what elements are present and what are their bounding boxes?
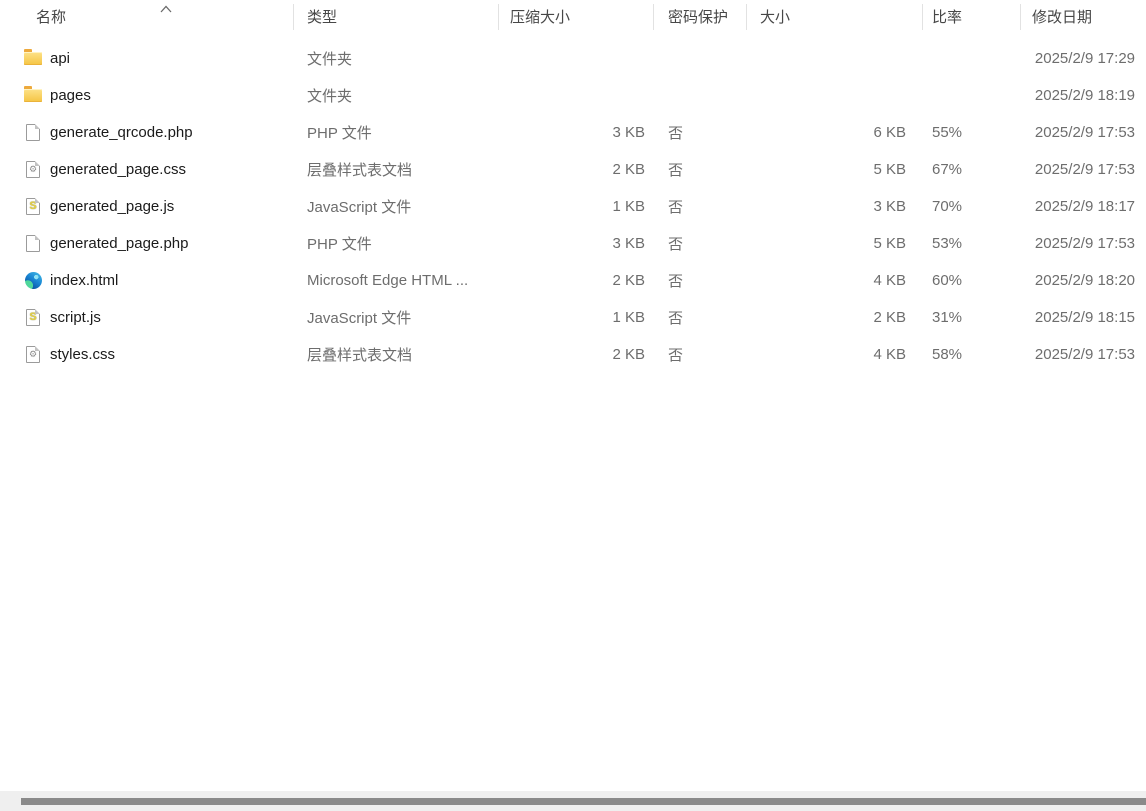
file-password-protected (653, 40, 746, 77)
css-file-icon: ⚙ (24, 346, 42, 364)
file-size: 2 KB (746, 299, 922, 336)
file-size: 3 KB (746, 188, 922, 225)
file-modified-date: 2025/2/9 18:15 (1020, 299, 1146, 336)
file-size (746, 40, 922, 77)
file-name: script.js (50, 309, 101, 326)
file-ratio: 58% (922, 336, 1020, 373)
folder-icon (24, 87, 42, 105)
file-password-protected (653, 77, 746, 114)
file-compressed-size: 1 KB (498, 299, 653, 336)
file-name: generated_page.php (50, 235, 188, 252)
css-file-icon: ⚙ (24, 161, 42, 179)
file-compressed-size: 1 KB (498, 188, 653, 225)
archive-file-list-window: 名称类型压缩大小密码保护大小比率修改日期 api 文件夹 2025/2/9 17… (0, 0, 1146, 811)
file-name: generated_page.css (50, 161, 186, 178)
horizontal-scrollbar-thumb[interactable] (21, 798, 1146, 805)
file-name: index.html (50, 272, 118, 289)
file-password-protected: 否 (653, 336, 746, 373)
file-size: 4 KB (746, 336, 922, 373)
file-ratio (922, 40, 1020, 77)
column-header-name[interactable]: 名称 (0, 0, 293, 33)
file-ratio: 31% (922, 299, 1020, 336)
file-row[interactable]: generated_page.php PHP 文件 3 KB 否 5 KB 53… (0, 225, 1146, 262)
file-type: 文件夹 (293, 40, 498, 77)
column-header-type[interactable]: 类型 (293, 0, 498, 33)
column-header-pass[interactable]: 密码保护 (653, 0, 746, 33)
file-ratio: 70% (922, 188, 1020, 225)
file-type: Microsoft Edge HTML ... (293, 262, 498, 299)
file-size (746, 77, 922, 114)
file-row[interactable]: index.html Microsoft Edge HTML ... 2 KB … (0, 262, 1146, 299)
edge-icon (24, 272, 42, 290)
file-modified-date: 2025/2/9 17:53 (1020, 336, 1146, 373)
file-password-protected: 否 (653, 151, 746, 188)
file-compressed-size: 2 KB (498, 151, 653, 188)
file-type: PHP 文件 (293, 114, 498, 151)
file-password-protected: 否 (653, 299, 746, 336)
file-row[interactable]: pages 文件夹 2025/2/9 18:19 (0, 77, 1146, 114)
horizontal-scrollbar[interactable] (0, 791, 1146, 811)
file-password-protected: 否 (653, 225, 746, 262)
file-icon (24, 235, 42, 253)
file-type: PHP 文件 (293, 225, 498, 262)
file-modified-date: 2025/2/9 17:29 (1020, 40, 1146, 77)
file-icon (24, 124, 42, 142)
file-size: 4 KB (746, 262, 922, 299)
file-password-protected: 否 (653, 262, 746, 299)
column-separator (922, 4, 923, 30)
column-header-size[interactable]: 大小 (746, 0, 922, 33)
folder-icon (24, 50, 42, 68)
column-header-comp[interactable]: 压缩大小 (498, 0, 653, 33)
file-modified-date: 2025/2/9 17:53 (1020, 151, 1146, 188)
column-header-row: 名称类型压缩大小密码保护大小比率修改日期 (0, 0, 1146, 33)
js-file-icon: S (24, 198, 42, 216)
file-ratio: 60% (922, 262, 1020, 299)
file-ratio: 67% (922, 151, 1020, 188)
file-ratio (922, 77, 1020, 114)
column-separator (653, 4, 654, 30)
file-compressed-size: 2 KB (498, 336, 653, 373)
file-compressed-size: 3 KB (498, 114, 653, 151)
file-modified-date: 2025/2/9 18:17 (1020, 188, 1146, 225)
file-ratio: 55% (922, 114, 1020, 151)
column-separator (746, 4, 747, 30)
file-name: generated_page.js (50, 198, 174, 215)
file-compressed-size (498, 77, 653, 114)
file-type: 层叠样式表文档 (293, 151, 498, 188)
file-row[interactable]: api 文件夹 2025/2/9 17:29 (0, 40, 1146, 77)
file-row[interactable]: S script.js JavaScript 文件 1 KB 否 2 KB 31… (0, 299, 1146, 336)
column-separator (1020, 4, 1021, 30)
file-password-protected: 否 (653, 114, 746, 151)
file-name: api (50, 50, 70, 67)
file-type: 层叠样式表文档 (293, 336, 498, 373)
file-name: styles.css (50, 346, 115, 363)
file-modified-date: 2025/2/9 17:53 (1020, 225, 1146, 262)
file-row[interactable]: generate_qrcode.php PHP 文件 3 KB 否 6 KB 5… (0, 114, 1146, 151)
column-separator (498, 4, 499, 30)
file-size: 5 KB (746, 151, 922, 188)
file-modified-date: 2025/2/9 18:20 (1020, 262, 1146, 299)
file-compressed-size: 3 KB (498, 225, 653, 262)
file-compressed-size (498, 40, 653, 77)
file-ratio: 53% (922, 225, 1020, 262)
column-separator (293, 4, 294, 30)
file-modified-date: 2025/2/9 17:53 (1020, 114, 1146, 151)
file-size: 6 KB (746, 114, 922, 151)
file-type: JavaScript 文件 (293, 299, 498, 336)
file-type: JavaScript 文件 (293, 188, 498, 225)
file-password-protected: 否 (653, 188, 746, 225)
file-name: pages (50, 87, 91, 104)
column-header-ratio[interactable]: 比率 (922, 0, 1020, 33)
file-row[interactable]: S generated_page.js JavaScript 文件 1 KB 否… (0, 188, 1146, 225)
file-list: api 文件夹 2025/2/9 17:29 pages 文件夹 2025/2/… (0, 40, 1146, 373)
file-modified-date: 2025/2/9 18:19 (1020, 77, 1146, 114)
file-compressed-size: 2 KB (498, 262, 653, 299)
file-row[interactable]: ⚙ styles.css 层叠样式表文档 2 KB 否 4 KB 58% 202… (0, 336, 1146, 373)
file-row[interactable]: ⚙ generated_page.css 层叠样式表文档 2 KB 否 5 KB… (0, 151, 1146, 188)
column-header-mod[interactable]: 修改日期 (1020, 0, 1146, 33)
js-file-icon: S (24, 309, 42, 327)
file-type: 文件夹 (293, 77, 498, 114)
file-size: 5 KB (746, 225, 922, 262)
file-name: generate_qrcode.php (50, 124, 193, 141)
